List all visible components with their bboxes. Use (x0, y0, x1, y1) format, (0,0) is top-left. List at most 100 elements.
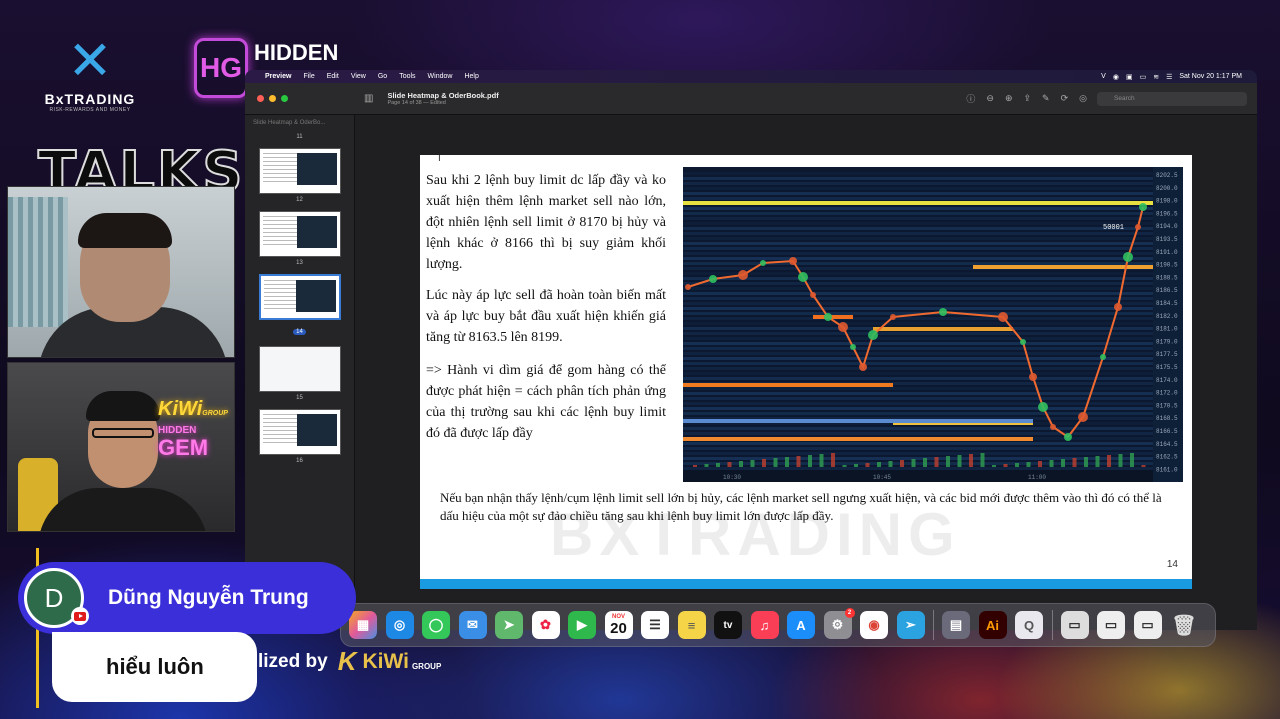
minimized-window-icon[interactable]: ▭ (1097, 611, 1125, 639)
thumbnail-page[interactable]: 11 (259, 134, 341, 140)
trade-bubble (1114, 303, 1122, 311)
volume-bar (1084, 457, 1088, 467)
close-button[interactable] (257, 95, 264, 102)
zoom-in-icon[interactable]: ⊕ (1005, 93, 1013, 104)
menu-window[interactable]: Window (428, 73, 453, 80)
time-axis (683, 470, 1153, 482)
slide-paragraph-3: => Hành vi dìm giá để gom hàng có thể đư… (426, 363, 666, 441)
document-subtitle: Page 14 of 38 — Edited (387, 100, 446, 106)
appletv-icon[interactable]: tv (714, 611, 742, 639)
menu-tools[interactable]: Tools (399, 73, 415, 80)
notes-icon[interactable]: ≡ (677, 611, 706, 639)
thumbnail-page[interactable]: 13 (258, 211, 341, 266)
system-preferences-icon[interactable]: ⚙ 2 (823, 608, 855, 639)
volume-bar (865, 463, 870, 467)
menu-help[interactable]: Help (464, 73, 478, 80)
minimized-window-icon[interactable]: ▭ (1133, 611, 1162, 639)
markup-pen-icon[interactable]: ✎ (1042, 93, 1050, 104)
sponsor-name: KiWi (362, 649, 409, 673)
price-tick: 8194.0 (1156, 223, 1178, 230)
slide-footer-bar (420, 579, 1192, 589)
wifi-icon[interactable]: ≋ (1153, 73, 1159, 81)
document-canvas[interactable]: BXTRADING I Sau khi 2 lệnh buy limit dc … (355, 115, 1257, 630)
minimized-window-icon[interactable]: ▭ (1060, 611, 1089, 639)
info-icon[interactable]: ⓘ (966, 92, 975, 105)
dock-separator (933, 610, 934, 640)
trade-bubble (709, 275, 717, 283)
thumbnail-page-selected[interactable]: 14 (258, 274, 341, 338)
volume-bar (980, 453, 985, 467)
liquidity-band (683, 442, 1153, 445)
page-number: 14 (1166, 559, 1178, 570)
sponsor-prefix: lized by (258, 650, 328, 672)
volume-bar (693, 465, 697, 467)
battery-icon[interactable]: ▭ (1140, 73, 1147, 81)
music-icon[interactable]: ♫ (750, 611, 779, 639)
thumbnail-page[interactable]: 16 (258, 409, 341, 464)
highlight-icon[interactable]: ◎ (1079, 93, 1087, 104)
liquidity-band (683, 292, 1153, 295)
quicktime-icon[interactable]: Q (1015, 611, 1043, 639)
zoom-button[interactable] (281, 95, 288, 102)
appstore-icon[interactable]: A (787, 611, 815, 639)
trade-bubble (685, 284, 691, 290)
messages-icon[interactable]: ◯ (422, 611, 450, 639)
calendar-icon[interactable]: NOV 20 (604, 611, 633, 639)
volume-bar (1130, 453, 1134, 467)
bxtrading-tagline: RISK-REWARDS AND MONEY (49, 107, 131, 113)
menu-file[interactable]: File (303, 73, 314, 80)
mail-icon[interactable]: ✉ (458, 611, 487, 639)
rotate-icon[interactable]: ⟳ (1061, 93, 1069, 104)
volume-bar (1015, 463, 1019, 467)
safari-icon[interactable]: ◎ (385, 611, 414, 639)
trash-icon[interactable]: 🗑 (1170, 611, 1198, 639)
thumbnail-page[interactable]: 12 (258, 148, 341, 203)
thumbnail-page[interactable]: 15 (258, 346, 341, 401)
menu-go[interactable]: Go (378, 73, 387, 80)
launchpad-icon[interactable]: ▦ (349, 611, 377, 639)
preview-icon[interactable]: ▤ (942, 611, 970, 639)
v-status-icon[interactable]: V (1101, 73, 1106, 80)
liquidity-band (683, 177, 1153, 180)
illustrator-icon[interactable]: Ai (978, 611, 1007, 639)
camera-icon[interactable]: ▣ (1126, 73, 1133, 81)
menu-edit[interactable]: Edit (327, 73, 339, 80)
maps-icon[interactable]: ➤ (495, 611, 523, 639)
liquidity-band (683, 337, 1153, 340)
volume-bar (704, 464, 709, 467)
liquidity-band (683, 257, 1153, 260)
liquidity-band (683, 227, 1153, 230)
volume-bar (819, 454, 824, 467)
price-tick: 8168.5 (1156, 415, 1178, 422)
share-icon[interactable]: ⇪ (1024, 93, 1032, 104)
reminders-icon[interactable]: ☰ (641, 611, 669, 639)
sidebar-toggle-icon[interactable]: ▥ (364, 93, 373, 104)
bxtrading-name: BxTRADING (44, 91, 136, 107)
volume-bar (946, 456, 950, 467)
volume-bar (957, 455, 962, 467)
liquidity-band (683, 419, 1033, 423)
liquidity-band (683, 277, 1153, 280)
price-tick: 8177.5 (1156, 351, 1178, 358)
screen-record-icon[interactable]: ◉ (1113, 73, 1119, 81)
liquidity-band (683, 427, 1153, 430)
menu-view[interactable]: View (351, 73, 366, 80)
zoom-out-icon[interactable]: ⊖ (986, 93, 994, 104)
control-center-icon[interactable]: ☰ (1166, 73, 1172, 81)
telegram-icon[interactable]: ➢ (896, 611, 925, 639)
menu-app-name[interactable]: Preview (265, 73, 291, 80)
minimize-button[interactable] (269, 95, 276, 102)
chrome-icon[interactable]: ◉ (860, 611, 888, 639)
liquidity-band (683, 287, 1153, 290)
liquidity-band (683, 282, 1153, 285)
clock[interactable]: Sat Nov 20 1:17 PM (1179, 73, 1242, 80)
trade-bubble (868, 330, 878, 340)
search-input[interactable]: Search (1097, 91, 1247, 106)
facetime-icon[interactable]: ▶ (568, 611, 596, 639)
volume-bar (1026, 462, 1031, 467)
menu-bar: Preview File Edit View Go Tools Window H… (245, 70, 1257, 83)
liquidity-band (683, 452, 1153, 455)
photos-icon[interactable]: ✿ (531, 611, 560, 639)
volume-bar (716, 463, 720, 467)
sponsor-group: GROUP (411, 662, 442, 671)
